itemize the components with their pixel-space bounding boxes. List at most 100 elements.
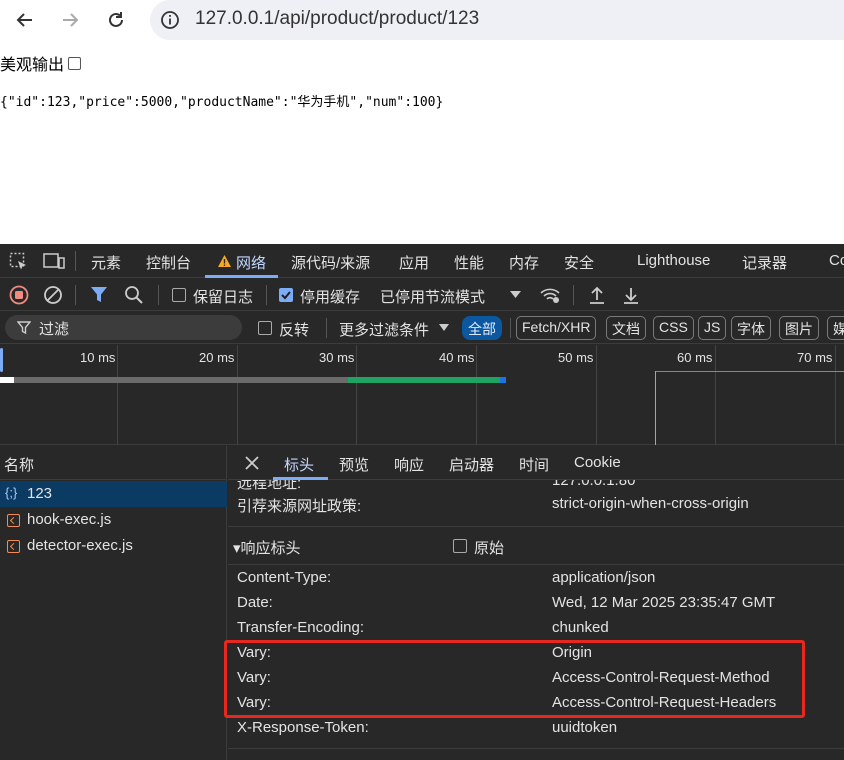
search-icon[interactable] [124, 285, 144, 305]
disable-cache-label: 停用缓存 [300, 289, 361, 306]
url-field[interactable]: 127.0.0.1/api/product/product/123 [150, 0, 844, 40]
header-value: Wed, 12 Mar 2025 23:35:47 GMT [552, 594, 776, 611]
section-divider [228, 526, 844, 527]
toolbar-separator [266, 285, 267, 305]
response-headers-section-toggle[interactable]: ▾响应标头 [233, 537, 301, 558]
invert-checkbox[interactable] [258, 321, 272, 335]
raw-headers-checkbox[interactable] [453, 539, 467, 553]
name-column-header[interactable]: 名称 [4, 454, 34, 475]
tab-application[interactable]: 应用 [399, 252, 429, 273]
active-detail-tab-indicator [273, 477, 328, 480]
forward-arrow-icon [63, 13, 79, 27]
type-filter-font[interactable]: 字体 [731, 316, 771, 340]
header-key: Content-Type: [237, 569, 332, 586]
type-filter-all[interactable]: 全部 [462, 316, 502, 340]
request-list: 名称 {;} 123 hook-exec.js detector-exec.js [0, 446, 227, 760]
timeline-gridline [476, 345, 477, 445]
device-toolbar-icon[interactable] [43, 252, 65, 271]
info-icon[interactable] [160, 10, 180, 30]
tab-performance[interactable]: 性能 [454, 252, 484, 273]
network-conditions-icon[interactable] [539, 285, 561, 305]
invert-label: 反转 [279, 322, 310, 339]
tab-lighthouse[interactable]: Lighthouse [637, 252, 710, 269]
preserve-log-checkbox[interactable] [172, 288, 186, 302]
filter-placeholder: 过滤 [39, 321, 70, 338]
request-row-detector-exec[interactable]: detector-exec.js [0, 533, 227, 559]
tab-elements[interactable]: 元素 [91, 252, 121, 273]
throttling-select[interactable]: 已停用节流模式 [380, 286, 485, 307]
timeline-gridline [356, 345, 357, 445]
timeline-tick-label: 10 ms [80, 350, 116, 365]
export-har-icon[interactable] [622, 285, 640, 305]
timeline-bar-download [348, 377, 500, 383]
chevron-down-icon[interactable] [439, 324, 449, 332]
timeline-tick-label: 50 ms [558, 350, 594, 365]
timeline-tick-label: 30 ms [319, 350, 355, 365]
filter-funnel-icon [17, 321, 31, 335]
back-arrow-icon [16, 13, 32, 27]
reload-button[interactable] [102, 6, 130, 34]
pretty-print-toggle[interactable]: 美观输出 [0, 51, 82, 75]
tab-console[interactable]: 控制台 [146, 252, 191, 273]
tab-initiator[interactable]: 启动器 [449, 454, 494, 475]
type-filter-js[interactable]: JS [698, 316, 727, 340]
filter-input[interactable]: 过滤 [5, 315, 242, 340]
tab-separator [75, 251, 76, 271]
network-timeline[interactable]: 10 ms 20 ms 30 ms 40 ms 50 ms 60 ms 70 m… [0, 345, 844, 445]
tab-sources[interactable]: 源代码/来源 [291, 252, 370, 273]
type-filter-doc[interactable]: 文档 [606, 316, 646, 340]
header-key: X-Response-Token: [237, 719, 369, 736]
more-filters-dropdown[interactable]: 更多过滤条件 [339, 319, 429, 340]
toolbar-separator [158, 285, 159, 305]
header-value: uuidtoken [552, 719, 618, 736]
inspect-element-icon[interactable] [9, 252, 28, 271]
chevron-down-icon[interactable] [510, 291, 521, 299]
toolbar-separator [75, 285, 76, 305]
reload-icon [109, 12, 123, 27]
type-filter-fetch-xhr[interactable]: Fetch/XHR [516, 316, 597, 340]
clear-icon[interactable] [43, 285, 63, 305]
tab-response[interactable]: 响应 [394, 454, 424, 475]
browser-address-bar: 127.0.0.1/api/product/product/123 [0, 0, 844, 42]
forward-button[interactable] [56, 6, 84, 34]
referrer-policy-key: 引荐来源网址政策: [237, 498, 362, 515]
tab-preview[interactable]: 预览 [339, 454, 369, 475]
annotation-highlight-box [224, 640, 805, 718]
filter-separator [510, 318, 511, 338]
timeline-gridline [117, 345, 118, 445]
close-icon[interactable] [245, 456, 259, 470]
tab-security[interactable]: 安全 [564, 252, 594, 273]
url-text: 127.0.0.1/api/product/product/123 [195, 8, 480, 29]
filter-bar: 过滤 反转 更多过滤条件 全部 Fetch/XHR 文档 CSS JS 字体 图… [0, 312, 844, 344]
timeline-load-marker [655, 371, 656, 445]
preserve-log-label: 保留日志 [193, 289, 254, 306]
tab-overflow[interactable]: Co [829, 252, 844, 269]
timeline-bar-waiting [14, 377, 348, 383]
active-tab-indicator [205, 275, 278, 278]
network-toolbar: 保留日志 停用缓存 已停用节流模式 [0, 279, 844, 311]
request-row-hook-exec[interactable]: hook-exec.js [0, 507, 227, 533]
timeline-handle[interactable] [0, 348, 3, 372]
tab-network[interactable]: 网络 [236, 252, 266, 273]
tab-memory[interactable]: 内存 [509, 252, 539, 273]
import-har-icon[interactable] [588, 285, 606, 305]
warning-icon [218, 255, 231, 267]
tab-recorder[interactable]: 记录器 [742, 252, 787, 273]
tab-cookie[interactable]: Cookie [574, 454, 621, 471]
timeline-gridline [835, 345, 836, 445]
request-row-123[interactable]: {;} 123 [0, 481, 227, 507]
type-filter-media[interactable]: 媒 [827, 316, 844, 340]
toolbar-separator [573, 285, 574, 305]
pretty-print-checkbox[interactable] [68, 56, 82, 70]
stop-recording-icon[interactable] [9, 285, 29, 305]
type-filter-css[interactable]: CSS [653, 316, 694, 340]
timeline-tick-label: 60 ms [677, 350, 713, 365]
tab-headers[interactable]: 标头 [284, 454, 314, 475]
timeline-dom-marker [655, 371, 844, 372]
filter-icon[interactable] [90, 285, 108, 304]
disable-cache-checkbox[interactable] [279, 288, 293, 302]
tab-timing[interactable]: 时间 [519, 454, 549, 475]
filter-separator [326, 318, 327, 338]
back-button[interactable] [11, 6, 39, 34]
type-filter-img[interactable]: 图片 [779, 316, 819, 340]
